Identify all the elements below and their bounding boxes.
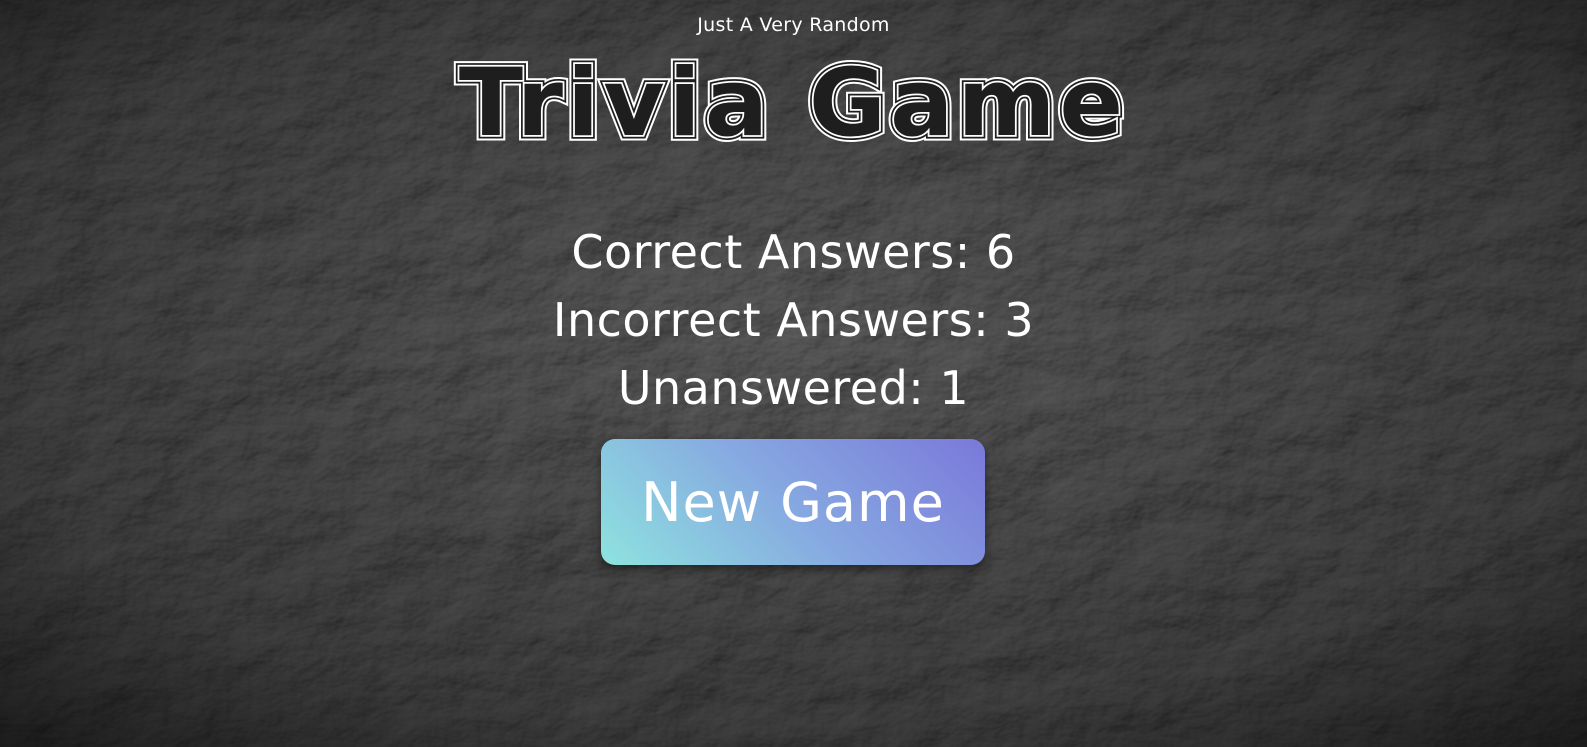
title-inner-fill: Trivia Game — [459, 49, 1127, 150]
incorrect-answers-count: Incorrect Answers: 3 — [552, 293, 1035, 347]
new-game-button[interactable]: New Game — [601, 439, 985, 565]
header-subtitle: Just A Very Random — [697, 14, 890, 36]
results-screen: Just A Very Random Trivia Game Trivia Ga… — [0, 0, 1587, 747]
correct-answers-count: Correct Answers: 6 — [571, 225, 1016, 279]
unanswered-count: Unanswered: 1 — [617, 361, 970, 415]
page-title: Trivia Game Trivia Game Trivia Game Triv… — [0, 40, 1587, 151]
results-summary: Correct Answers: 6 Incorrect Answers: 3 … — [0, 218, 1587, 422]
